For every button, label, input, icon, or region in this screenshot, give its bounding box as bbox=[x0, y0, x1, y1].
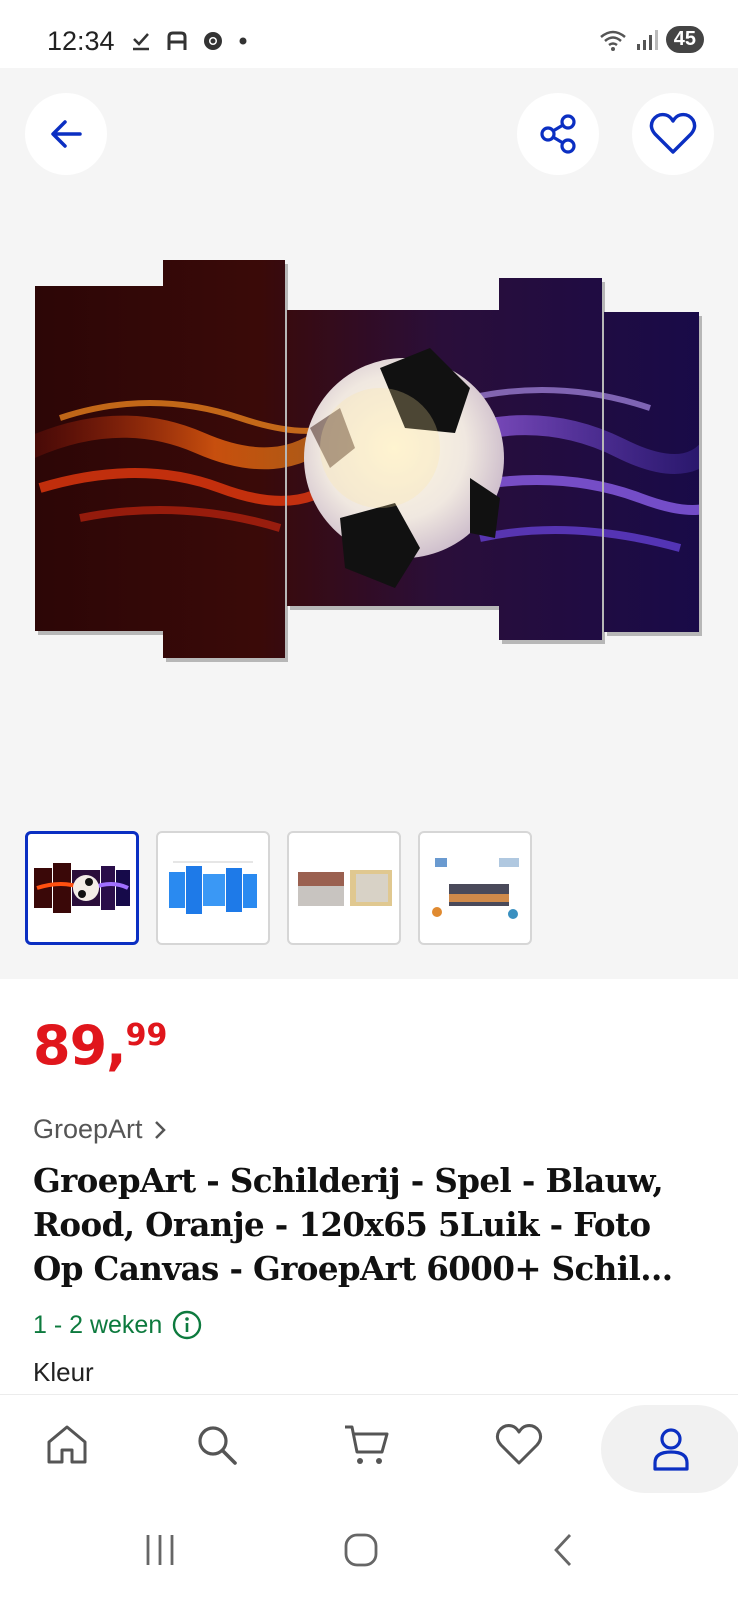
seller-name: GroepArt bbox=[33, 1114, 143, 1144]
info-icon[interactable] bbox=[172, 1310, 202, 1340]
product-main-image[interactable] bbox=[0, 258, 738, 678]
thumbnail-dimensions-image bbox=[169, 861, 257, 914]
back-button[interactable] bbox=[25, 93, 107, 175]
bottom-navigation bbox=[0, 1394, 738, 1504]
nav-wishlist[interactable] bbox=[464, 1395, 574, 1495]
delivery-time: 1 - 2 weken bbox=[33, 1310, 163, 1339]
chevron-right-icon bbox=[154, 1120, 166, 1139]
thumbnail-football-image bbox=[34, 863, 130, 913]
thumb-canvas-detail[interactable] bbox=[287, 831, 401, 945]
thumb-football-canvas[interactable] bbox=[25, 831, 139, 945]
back-system-button[interactable] bbox=[548, 1532, 578, 1568]
wifi-icon bbox=[599, 30, 626, 51]
favorite-button[interactable] bbox=[632, 93, 714, 175]
dot-icon bbox=[239, 37, 247, 45]
home-icon bbox=[47, 1425, 87, 1464]
delivery-info: 1 - 2 weken bbox=[33, 1310, 202, 1340]
thumb-room-example[interactable] bbox=[418, 831, 532, 945]
heart-icon bbox=[649, 112, 697, 154]
thumbnail-strip bbox=[25, 831, 532, 945]
price-main: 89, bbox=[33, 1014, 127, 1077]
share-icon bbox=[540, 114, 576, 154]
heart-icon bbox=[495, 1424, 543, 1465]
chrome-icon bbox=[204, 32, 222, 50]
product-title: GroepArt - Schilderij - Spel - Blauw, Ro… bbox=[33, 1161, 673, 1288]
thumb-dimensions[interactable] bbox=[156, 831, 270, 945]
cart-icon bbox=[345, 1425, 389, 1464]
product-price: 89, 99 bbox=[33, 1019, 167, 1073]
nav-account[interactable] bbox=[601, 1405, 738, 1493]
price-cents: 99 bbox=[125, 1018, 168, 1053]
account-icon bbox=[653, 1428, 689, 1471]
recents-button[interactable] bbox=[143, 1532, 177, 1568]
recents-icon bbox=[146, 1535, 174, 1565]
system-navigation-bar bbox=[0, 1504, 738, 1600]
nav-cart[interactable] bbox=[312, 1395, 422, 1495]
chevron-left-icon bbox=[554, 1534, 572, 1566]
status-icons-left bbox=[130, 30, 248, 52]
thumbnail-canvas-detail-image bbox=[298, 870, 392, 906]
a-icon bbox=[167, 31, 187, 50]
search-icon bbox=[198, 1426, 237, 1465]
product-image-gallery[interactable] bbox=[0, 68, 738, 979]
share-button[interactable] bbox=[517, 93, 599, 175]
nav-home[interactable] bbox=[12, 1395, 122, 1495]
nav-search[interactable] bbox=[162, 1395, 272, 1495]
thumbnail-room-image bbox=[432, 858, 519, 919]
color-label: Kleur bbox=[33, 1357, 94, 1387]
status-icons-right: 45 bbox=[598, 26, 704, 53]
signal-icon bbox=[636, 29, 658, 50]
battery-indicator: 45 bbox=[665, 26, 704, 53]
download-done-icon bbox=[133, 33, 149, 51]
arrow-left-icon bbox=[51, 120, 82, 148]
status-time: 12:34 bbox=[47, 26, 115, 56]
home-circle-icon bbox=[344, 1533, 378, 1567]
status-bar: 12:34 45 bbox=[0, 0, 738, 68]
home-system-button[interactable] bbox=[343, 1532, 379, 1568]
seller-link[interactable]: GroepArt bbox=[33, 1114, 167, 1145]
